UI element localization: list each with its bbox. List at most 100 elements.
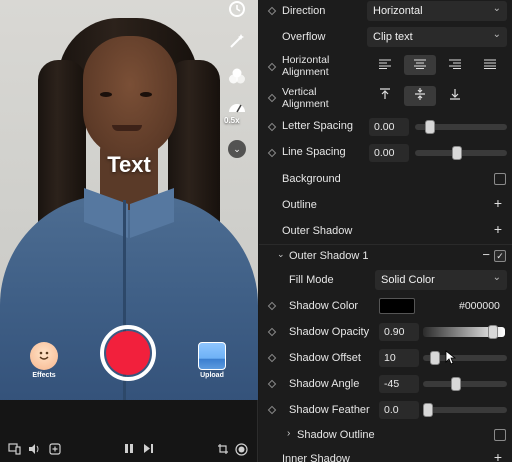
record-dot-icon[interactable] — [235, 443, 248, 456]
keyframe-diamond-icon[interactable] — [267, 62, 277, 72]
shadow-outline-row[interactable]: › Shadow Outline — [259, 424, 512, 446]
shadow-color-swatch[interactable] — [379, 298, 415, 314]
keyframe-diamond-icon[interactable] — [267, 148, 277, 158]
shadow-feather-row: Shadow Feather 0.0 — [259, 398, 512, 422]
smiley-icon — [36, 347, 52, 368]
keyframe-diamond-icon[interactable] — [267, 93, 277, 103]
left-eye — [100, 92, 112, 97]
upload-button[interactable] — [198, 342, 226, 370]
shadow-offset-slider-handle[interactable] — [430, 351, 441, 365]
keyframe-diamond-icon[interactable] — [267, 122, 277, 132]
overlay-text[interactable]: Text — [0, 152, 258, 178]
line-spacing-label: Line Spacing — [282, 146, 346, 158]
add-outer-shadow-plus-icon[interactable]: + — [494, 221, 502, 237]
shadow-opacity-input[interactable]: 0.90 — [379, 323, 419, 341]
outer-shadow-1-header[interactable]: ⌄ Outer Shadow 1 − ✓ — [259, 245, 512, 267]
crop-icon[interactable] — [216, 443, 229, 456]
align-left-button[interactable] — [369, 55, 401, 75]
horizontal-alignment-row: Horizontal Alignment — [259, 53, 512, 81]
chevron-down-icon: ⌄ — [492, 29, 501, 40]
shadow-angle-slider[interactable] — [423, 381, 507, 387]
outline-row: Outline + — [259, 193, 512, 217]
keyframe-diamond-icon[interactable] — [267, 353, 277, 363]
letter-spacing-label: Letter Spacing — [282, 120, 353, 132]
timer-icon[interactable] — [227, 0, 247, 20]
fill-mode-select[interactable]: Solid Color ⌄ — [375, 270, 507, 290]
keyframe-diamond-icon[interactable] — [267, 301, 277, 311]
record-button[interactable] — [106, 331, 150, 375]
chevron-down-icon[interactable]: ⌄ — [277, 249, 285, 260]
vertical-alignment-row: Vertical Alignment — [259, 84, 512, 112]
shadow-angle-slider-handle[interactable] — [450, 377, 461, 391]
volume-icon[interactable] — [28, 443, 41, 456]
keyframe-diamond-icon[interactable] — [267, 327, 277, 337]
devices-icon[interactable] — [8, 443, 21, 456]
background-label: Background — [282, 173, 341, 185]
vertical-alignment-label: Vertical Alignment — [282, 86, 329, 110]
overflow-label: Overflow — [282, 31, 326, 43]
mouth — [112, 125, 142, 131]
mouse-cursor-icon — [445, 350, 456, 365]
fill-mode-label: Fill Mode — [289, 274, 334, 286]
outer-shadow-row: Outer Shadow + — [259, 219, 512, 243]
remove-minus-icon[interactable]: − — [482, 247, 490, 262]
keyframe-diamond-icon[interactable] — [267, 6, 277, 16]
pause-icon[interactable] — [122, 443, 135, 456]
outer-shadow-1-checkbox[interactable]: ✓ — [494, 250, 506, 262]
shadow-color-row: Shadow Color #000000 — [259, 294, 512, 318]
overflow-select[interactable]: Clip text ⌄ — [367, 27, 507, 47]
filters-icon[interactable] — [227, 66, 247, 86]
shadow-opacity-row: Shadow Opacity 0.90 — [259, 320, 512, 344]
shadow-color-label: Shadow Color — [289, 300, 359, 312]
letter-spacing-input[interactable]: 0.00 — [369, 118, 409, 136]
overflow-row: Overflow Clip text ⌄ — [259, 26, 512, 50]
shadow-outline-checkbox[interactable] — [494, 429, 506, 441]
align-right-button[interactable] — [439, 55, 471, 75]
chevron-down-icon[interactable]: ⌄ — [228, 140, 246, 158]
shadow-feather-input[interactable]: 0.0 — [379, 401, 419, 419]
chevron-right-icon[interactable]: › — [287, 428, 290, 439]
shadow-offset-row: Shadow Offset 10 — [259, 346, 512, 370]
keyframe-diamond-icon[interactable] — [267, 405, 277, 415]
skip-next-icon[interactable] — [142, 443, 155, 456]
add-outline-plus-icon[interactable]: + — [494, 195, 502, 211]
horizontal-alignment-label-line2: Alignment — [282, 66, 329, 78]
fill-mode-value: Solid Color — [381, 274, 435, 286]
align-justify-button[interactable] — [474, 55, 506, 75]
align-top-button[interactable] — [369, 86, 401, 106]
shadow-angle-input[interactable]: -45 — [379, 375, 419, 393]
line-spacing-slider-handle[interactable] — [451, 146, 462, 160]
shadow-opacity-slider-handle[interactable] — [487, 325, 498, 339]
video-preview[interactable]: Text 0.5x ⌄ Effects Upload — [0, 0, 258, 400]
align-center-button[interactable] — [404, 55, 436, 75]
add-media-icon[interactable] — [48, 443, 61, 456]
outline-label: Outline — [282, 199, 317, 211]
letter-spacing-slider-handle[interactable] — [424, 120, 435, 134]
direction-value: Horizontal — [373, 5, 423, 17]
shadow-offset-input[interactable]: 10 — [379, 349, 419, 367]
direction-label: Direction — [282, 5, 326, 17]
background-row: Background — [259, 167, 512, 191]
shadow-color-hex-input[interactable]: #000000 — [459, 300, 500, 312]
shadow-angle-row: Shadow Angle -45 — [259, 372, 512, 396]
shadow-feather-slider[interactable] — [423, 407, 507, 413]
right-eye — [140, 92, 152, 97]
shadow-offset-label: Shadow Offset — [289, 352, 361, 364]
align-bottom-button[interactable] — [439, 86, 471, 106]
upload-label: Upload — [200, 372, 224, 379]
shadow-angle-label: Shadow Angle — [289, 378, 360, 390]
speed-label: 0.5x — [224, 116, 240, 125]
magic-wand-icon[interactable] — [227, 32, 247, 52]
shadow-feather-label: Shadow Feather — [289, 404, 370, 416]
line-spacing-input[interactable]: 0.00 — [369, 144, 409, 162]
direction-select[interactable]: Horizontal ⌄ — [367, 1, 507, 21]
effects-label: Effects — [32, 372, 56, 379]
vertical-alignment-label-line2: Alignment — [282, 98, 329, 110]
add-inner-shadow-plus-icon[interactable]: + — [494, 449, 502, 462]
shadow-feather-slider-handle[interactable] — [423, 403, 433, 417]
background-checkbox[interactable] — [494, 173, 506, 185]
direction-row: Direction Horizontal ⌄ — [259, 0, 512, 24]
keyframe-diamond-icon[interactable] — [267, 379, 277, 389]
align-middle-button[interactable] — [404, 86, 436, 106]
text-properties-panel: Direction Horizontal ⌄ Overflow Clip tex… — [259, 0, 512, 462]
